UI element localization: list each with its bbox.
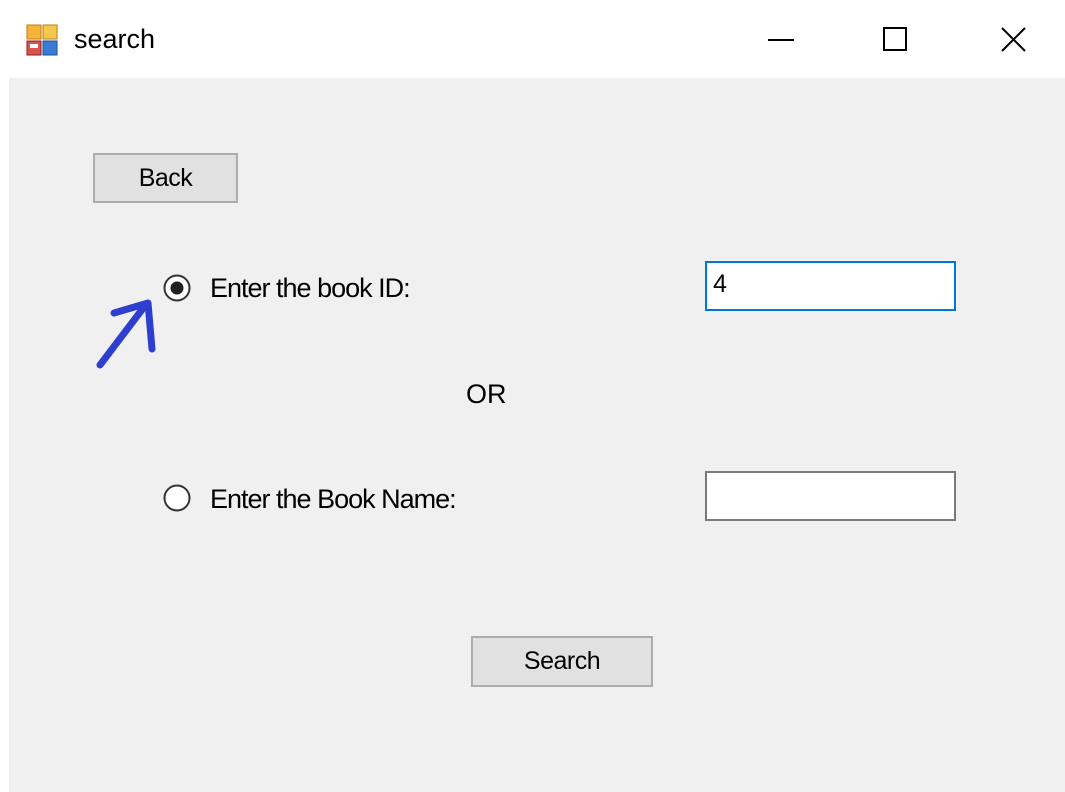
close-icon [1001,27,1026,52]
minimize-icon [768,39,794,41]
form-client-area: Back Enter the book ID: 4 OR Enter the B… [9,78,1065,792]
book-name-label: Enter the Book Name: [210,484,457,514]
book-id-input[interactable]: 4 [705,261,956,311]
hand-drawn-arrow-icon [96,299,156,369]
title-bar[interactable]: search [0,0,1065,78]
back-button[interactable]: Back [93,153,238,203]
or-label: OR [466,379,507,409]
maximize-icon [883,27,907,51]
search-button[interactable]: Search [471,636,653,687]
app-icon [26,24,58,56]
close-button[interactable] [954,0,1065,78]
maximize-button[interactable] [838,0,956,78]
search-window: search Back Enter the book ID: 4 OR Ente… [0,0,1065,792]
book-name-radio[interactable] [162,483,192,513]
book-id-label: Enter the book ID: [210,273,411,303]
minimize-button[interactable] [722,0,840,78]
book-name-input[interactable] [705,471,956,521]
window-title: search [74,24,156,54]
